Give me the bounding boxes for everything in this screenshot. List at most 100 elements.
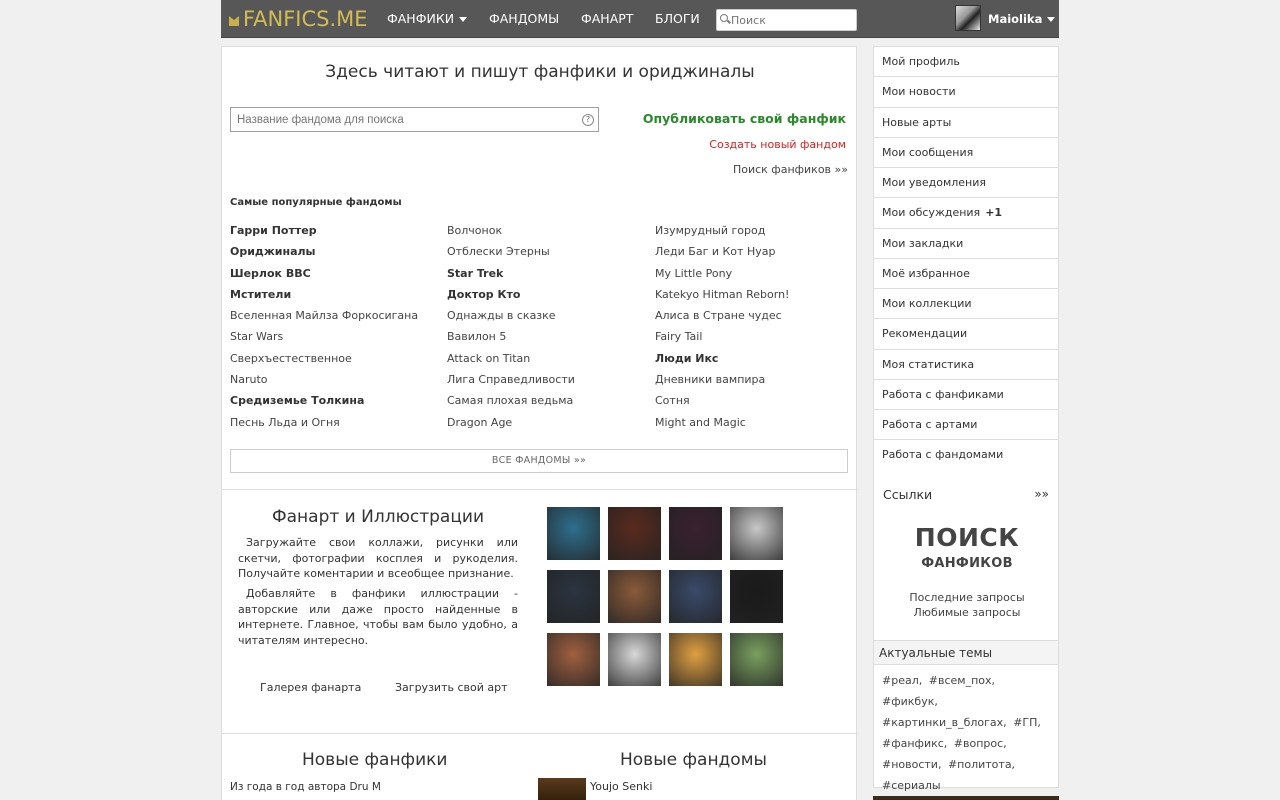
all-fandoms-button[interactable]: ВСЕ ФАНДОМЫ »» (230, 449, 848, 473)
fanart-thumbnail[interactable] (608, 570, 661, 623)
fandom-link[interactable]: Однажды в сказке (447, 309, 575, 330)
fandom-link[interactable]: Средиземье Толкина (230, 394, 418, 415)
divider (222, 489, 858, 490)
fandom-link[interactable]: Ориджиналы (230, 245, 418, 266)
tag-link[interactable]: #фикбук, (882, 695, 938, 708)
sidebar-item[interactable]: Работа с фанфиками (874, 380, 1058, 410)
fandom-link[interactable]: Гарри Поттер (230, 224, 418, 245)
fandom-link[interactable]: Fairy Tail (655, 330, 789, 351)
fandom-link[interactable]: Might and Magic (655, 416, 789, 437)
search-fanfics-link[interactable]: Поиск фанфиков »» (733, 163, 848, 176)
fandom-link[interactable]: Самая плохая ведьма (447, 394, 575, 415)
sidebar-item[interactable]: Мои коллекции (874, 289, 1058, 320)
fandom-thumbnail[interactable] (538, 778, 586, 800)
favorite-queries-link[interactable]: Любимые запросы (874, 606, 1060, 619)
user-avatar[interactable] (955, 5, 981, 31)
fandom-link[interactable]: Katekyo Hitman Reborn! (655, 288, 789, 309)
fanart-description-2: Добавляйте в фанфики иллюстрации - автор… (238, 587, 518, 647)
fandom-link[interactable]: Attack on Titan (447, 352, 575, 373)
nav-fandoms[interactable]: ФАНДОМЫ (489, 11, 559, 26)
sidebar-item[interactable]: Мои новости (874, 77, 1058, 108)
fandom-link[interactable]: Отблески Этерны (447, 245, 575, 266)
fandom-link[interactable]: Алиса в Стране чудес (655, 309, 789, 330)
fandom-link[interactable]: Мстители (230, 288, 418, 309)
fanart-thumbnail[interactable] (608, 633, 661, 686)
fandom-link[interactable]: Star Wars (230, 330, 418, 351)
nav-fanart[interactable]: ФАНАРТ (581, 11, 633, 26)
fandom-link[interactable]: Леди Баг и Кот Нуар (655, 245, 789, 266)
search-fanfics-banner-title[interactable]: ПОИСК (874, 523, 1060, 552)
sidebar-item-label: Мои закладки (882, 236, 964, 250)
nav-blogs[interactable]: БЛОГИ (655, 11, 700, 26)
fanart-thumbnail[interactable] (730, 633, 783, 686)
fandom-link[interactable]: Dragon Age (447, 416, 575, 437)
fandom-link[interactable]: Naruto (230, 373, 418, 394)
fanart-thumbnail[interactable] (547, 633, 600, 686)
sidebar-item[interactable]: Рекомендации (874, 319, 1058, 350)
fanart-thumbnail[interactable] (669, 570, 722, 623)
tag-link[interactable]: #ГП, (1013, 716, 1041, 729)
sidebar-banner-image[interactable] (873, 796, 1059, 800)
fandom-link[interactable]: Вавилон 5 (447, 330, 575, 351)
fandom-link[interactable]: Изумрудный город (655, 224, 789, 245)
tag-link[interactable]: #сериалы (882, 779, 941, 792)
fandom-link[interactable]: Лига Справедливости (447, 373, 575, 394)
links-more-link[interactable]: »» (1034, 487, 1049, 501)
fandom-link[interactable]: Доктор Кто (447, 288, 575, 309)
fanart-thumbnail[interactable] (547, 570, 600, 623)
last-queries-link[interactable]: Последние запросы (874, 591, 1060, 604)
sidebar-item[interactable]: Мои обсуждения +1 (874, 198, 1058, 229)
caret-down-icon (1047, 17, 1056, 22)
fandom-link[interactable]: Сотня (655, 394, 789, 415)
new-fanfic-item[interactable]: Из года в год автора Dru M (230, 781, 381, 793)
fandom-link[interactable]: My Little Pony (655, 267, 789, 288)
sidebar-item[interactable]: Новые арты (874, 108, 1058, 138)
fandom-link[interactable]: Дневники вампира (655, 373, 789, 394)
search-fanfics-banner-subtitle[interactable]: ФАНФИКОВ (874, 556, 1060, 571)
publish-fanfic-link[interactable]: Опубликовать свой фанфик (643, 111, 846, 126)
tag-link[interactable]: #всем_пох, (929, 674, 995, 687)
upload-art-link[interactable]: Загрузить свой арт (395, 681, 508, 694)
tag-link[interactable]: #фанфикс, (882, 737, 947, 750)
sidebar-item-label: Работа с фандомами (882, 448, 1004, 462)
sidebar-item[interactable]: Мои закладки (874, 229, 1058, 259)
new-fandom-item[interactable]: Youjo Senki (590, 780, 652, 793)
fanart-thumbnail[interactable] (608, 507, 661, 560)
fanart-gallery-link[interactable]: Галерея фанарта (260, 681, 361, 694)
user-menu[interactable]: Maiolika (988, 12, 1056, 26)
tag-link[interactable]: #политота, (948, 758, 1015, 771)
fandom-link[interactable]: Волчонок (447, 224, 575, 245)
fanart-thumbnail[interactable] (547, 507, 600, 560)
fandom-link[interactable]: Сверхъестественное (230, 352, 418, 373)
logo-text: FANFICS.ME (243, 7, 368, 31)
tag-link[interactable]: #картинки_в_блогах, (882, 716, 1007, 729)
header-search-input[interactable] (716, 9, 857, 31)
fandom-link[interactable]: Вселенная Майлза Форкосигана (230, 309, 418, 330)
fanart-thumbnail[interactable] (730, 570, 783, 623)
sidebar-item[interactable]: Мои уведомления (874, 168, 1058, 199)
sidebar-item[interactable]: Мой профиль (874, 47, 1058, 78)
new-fanfics-heading: Новые фанфики (302, 750, 448, 770)
tag-link[interactable]: #новости, (882, 758, 941, 771)
fandom-search-input[interactable] (230, 107, 599, 132)
sidebar-item[interactable]: Работа с фандомами (874, 440, 1058, 470)
create-fandom-link[interactable]: Создать новый фандом (709, 138, 846, 151)
sidebar-item[interactable]: Моя статистика (874, 350, 1058, 380)
fandom-link[interactable]: Песнь Льда и Огня (230, 416, 418, 437)
fanart-thumbnail[interactable] (669, 507, 722, 560)
nav-fanfics[interactable]: ФАНФИКИ (387, 11, 468, 26)
sidebar-item[interactable]: Мои сообщения (874, 138, 1058, 168)
fandom-link[interactable]: Люди Икс (655, 352, 789, 373)
fandom-link[interactable]: Star Trek (447, 267, 575, 288)
sidebar-item[interactable]: Моё избранное (874, 259, 1058, 289)
fandom-link[interactable]: Шерлок BBC (230, 267, 418, 288)
sidebar-item-label: Моя статистика (882, 357, 975, 371)
tag-link[interactable]: #вопрос, (954, 737, 1007, 750)
tag-link[interactable]: #реал, (882, 674, 922, 687)
sidebar-item-label: Работа с фанфиками (882, 387, 1004, 401)
site-logo[interactable]: FANFICS.ME (227, 7, 368, 31)
help-icon[interactable]: ? (582, 114, 594, 126)
fanart-thumbnail[interactable] (669, 633, 722, 686)
sidebar-item[interactable]: Работа с артами (874, 410, 1058, 441)
fanart-thumbnail[interactable] (730, 507, 783, 560)
